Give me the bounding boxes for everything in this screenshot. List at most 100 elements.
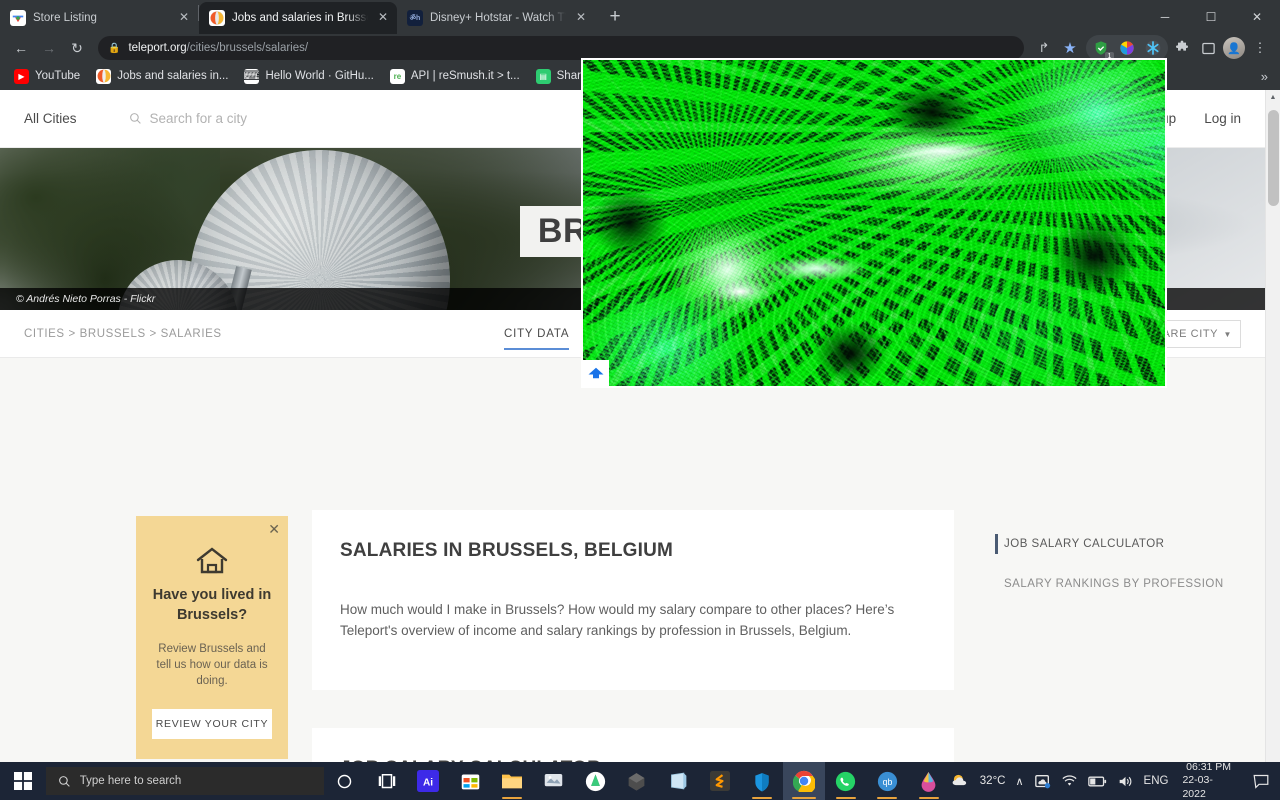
window-close-button[interactable]: ✕ [1234,0,1280,34]
review-your-city-button[interactable]: REVIEW YOUR CITY [152,709,272,740]
home-icon [195,546,229,576]
flame-hotspot-layer [583,60,1165,386]
system-tray: 32°C ∧ ENG 06:31 PM 22-03-2022 [950,761,1280,800]
table-of-contents: JOB SALARY CALCULATOR SALARY RANKINGS BY… [995,534,1245,614]
lock-icon: 🔒 [108,42,121,54]
battery-icon[interactable] [1087,775,1107,788]
svg-text:qb: qb [882,777,892,787]
browser-tab-title: Store Listing [33,12,97,24]
sublime-text-icon[interactable] [699,762,741,800]
chevron-down-icon: ▼ [1223,329,1232,339]
salaries-intro-card: SALARIES IN BRUSSELS, BELGIUM How much w… [312,510,954,690]
volume-icon[interactable] [1117,774,1134,789]
browser-tab-title: Disney+ Hotstar - Watch TV Show [430,12,566,24]
city-search-placeholder: Search for a city [149,111,248,126]
browser-tab-strip: Store Listing ✕ Jobs and salaries in Bru… [0,0,1280,34]
address-bar[interactable]: 🔒 teleport.org/cities/brussels/salaries/ [98,36,1024,60]
browser-tab-store-listing[interactable]: Store Listing ✕ [0,2,198,34]
taskbar-search-input[interactable]: Type here to search [45,767,324,795]
sidebar-icon[interactable] [1196,36,1220,60]
bookmark-label: API | reSmush.it > t... [410,70,520,82]
github-icon: ⌨ [244,68,260,84]
extensions-puzzle-icon[interactable] [1170,36,1194,60]
sun-cloud-icon[interactable] [950,772,970,790]
task-view-icon[interactable] [366,762,408,800]
share-icon[interactable]: ↱ [1032,36,1056,60]
forward-icon[interactable]: → [36,35,62,61]
onenote-icon[interactable] [658,762,700,800]
android-studio-icon[interactable] [574,762,616,800]
inkscape-icon[interactable] [908,762,950,800]
avatar: 👤 [1223,37,1245,59]
scrollbar-thumb[interactable] [1268,110,1279,206]
youtube-icon: ▶ [14,68,29,84]
bookmarks-overflow-icon[interactable]: » [1261,69,1272,84]
windows-taskbar: Type here to search Ai qb 32°C ∧ ENG 06:… [0,761,1280,800]
bookmark-github[interactable]: ⌨ Hello World · GitHu... [238,66,379,87]
browser-tab-teleport[interactable]: Jobs and salaries in Brussels, Belg ✕ [199,2,397,34]
city-search-input[interactable]: Search for a city [129,111,248,126]
tab-close-icon[interactable]: ✕ [573,10,589,26]
new-tab-button[interactable]: + [601,4,629,32]
paint-icon[interactable] [533,762,575,800]
close-icon[interactable]: ✕ [268,522,280,536]
weather-temperature[interactable]: 32°C [980,775,1006,787]
search-icon [58,775,70,787]
bookmark-teleport[interactable]: Jobs and salaries in... [90,66,234,87]
hotstar-icon: ॐh [407,10,423,26]
green-fluid-simulation-window[interactable] [581,58,1167,388]
fractal-flame-animation [583,60,1165,386]
window-minimize-button[interactable]: ─ [1142,0,1188,34]
nav-all-cities[interactable]: All Cities [24,111,77,126]
reload-icon[interactable]: ↻ [64,35,90,61]
google-chrome-icon[interactable] [782,762,825,800]
log-in-link[interactable]: Log in [1204,111,1241,126]
window-controls: ─ ☐ ✕ [1142,0,1280,34]
bookmark-youtube[interactable]: ▶ YouTube [8,66,86,87]
action-center-icon[interactable] [1249,762,1274,800]
browser-tab-title: Jobs and salaries in Brussels, Belg [232,12,368,24]
pushbullet-extension-icon[interactable] [1141,36,1165,60]
tab-close-icon[interactable]: ✕ [176,10,192,26]
blender-icon[interactable] [616,762,658,800]
windows-start-icon[interactable] [0,762,46,800]
adblock-shield-icon[interactable]: 1 [1089,36,1114,61]
review-promo-card: ✕ Have you lived in Brussels? Review Bru… [136,516,288,759]
window-maximize-button[interactable]: ☐ [1188,0,1234,34]
bookmark-star-icon[interactable]: ★ [1058,36,1082,60]
bookmark-resmush[interactable]: re API | reSmush.it > t... [384,66,526,87]
electric-sheep-icon[interactable] [583,360,609,386]
page-scrollbar[interactable]: ▲ [1265,90,1280,762]
whatsapp-icon[interactable] [825,762,867,800]
bookmark-label: Hello World · GitHu... [265,70,374,82]
bookmark-label: YouTube [35,70,81,82]
tab-city-data[interactable]: CITY DATA [504,310,570,358]
illustrator-icon[interactable]: Ai [407,762,449,800]
onedrive-icon[interactable] [1034,774,1051,789]
clock-date: 22-03-2022 [1182,774,1213,800]
job-salary-calculator-card: JOB SALARY CALCULATOR Software Engineer … [312,728,954,762]
cortana-circle-icon[interactable] [324,762,366,800]
toc-item-job-salary-calculator[interactable]: JOB SALARY CALCULATOR [995,534,1245,554]
back-icon[interactable]: ← [8,35,34,61]
resmush-icon: re [389,68,405,84]
qbittorrent-icon[interactable]: qb [866,762,908,800]
tab-close-icon[interactable]: ✕ [375,10,391,26]
wifi-icon[interactable] [1061,774,1078,788]
profile-avatar-icon[interactable]: 👤 [1222,36,1246,60]
clock-time: 06:31 PM [1186,761,1232,774]
browser-tab-hotstar[interactable]: ॐh Disney+ Hotstar - Watch TV Show ✕ [397,2,595,34]
scroll-up-icon[interactable]: ▲ [1266,90,1280,105]
toc-item-salary-rankings[interactable]: SALARY RANKINGS BY PROFESSION [995,574,1245,594]
salaries-heading: SALARIES IN BRUSSELS, BELGIUM [340,540,674,561]
breadcrumb[interactable]: CITIES > BRUSSELS > SALARIES [24,328,222,340]
taskbar-clock[interactable]: 06:31 PM 22-03-2022 [1178,761,1238,800]
url-path: /cities/brussels/salaries/ [186,42,309,54]
keyboard-language[interactable]: ENG [1144,775,1169,787]
chevron-up-icon[interactable]: ∧ [1015,775,1023,788]
color-wheel-extension-icon[interactable] [1115,36,1139,60]
adguard-icon[interactable] [741,762,783,800]
chrome-menu-icon[interactable]: ⋮ [1248,36,1272,60]
microsoft-store-icon[interactable] [449,762,491,800]
file-explorer-icon[interactable] [491,762,533,800]
